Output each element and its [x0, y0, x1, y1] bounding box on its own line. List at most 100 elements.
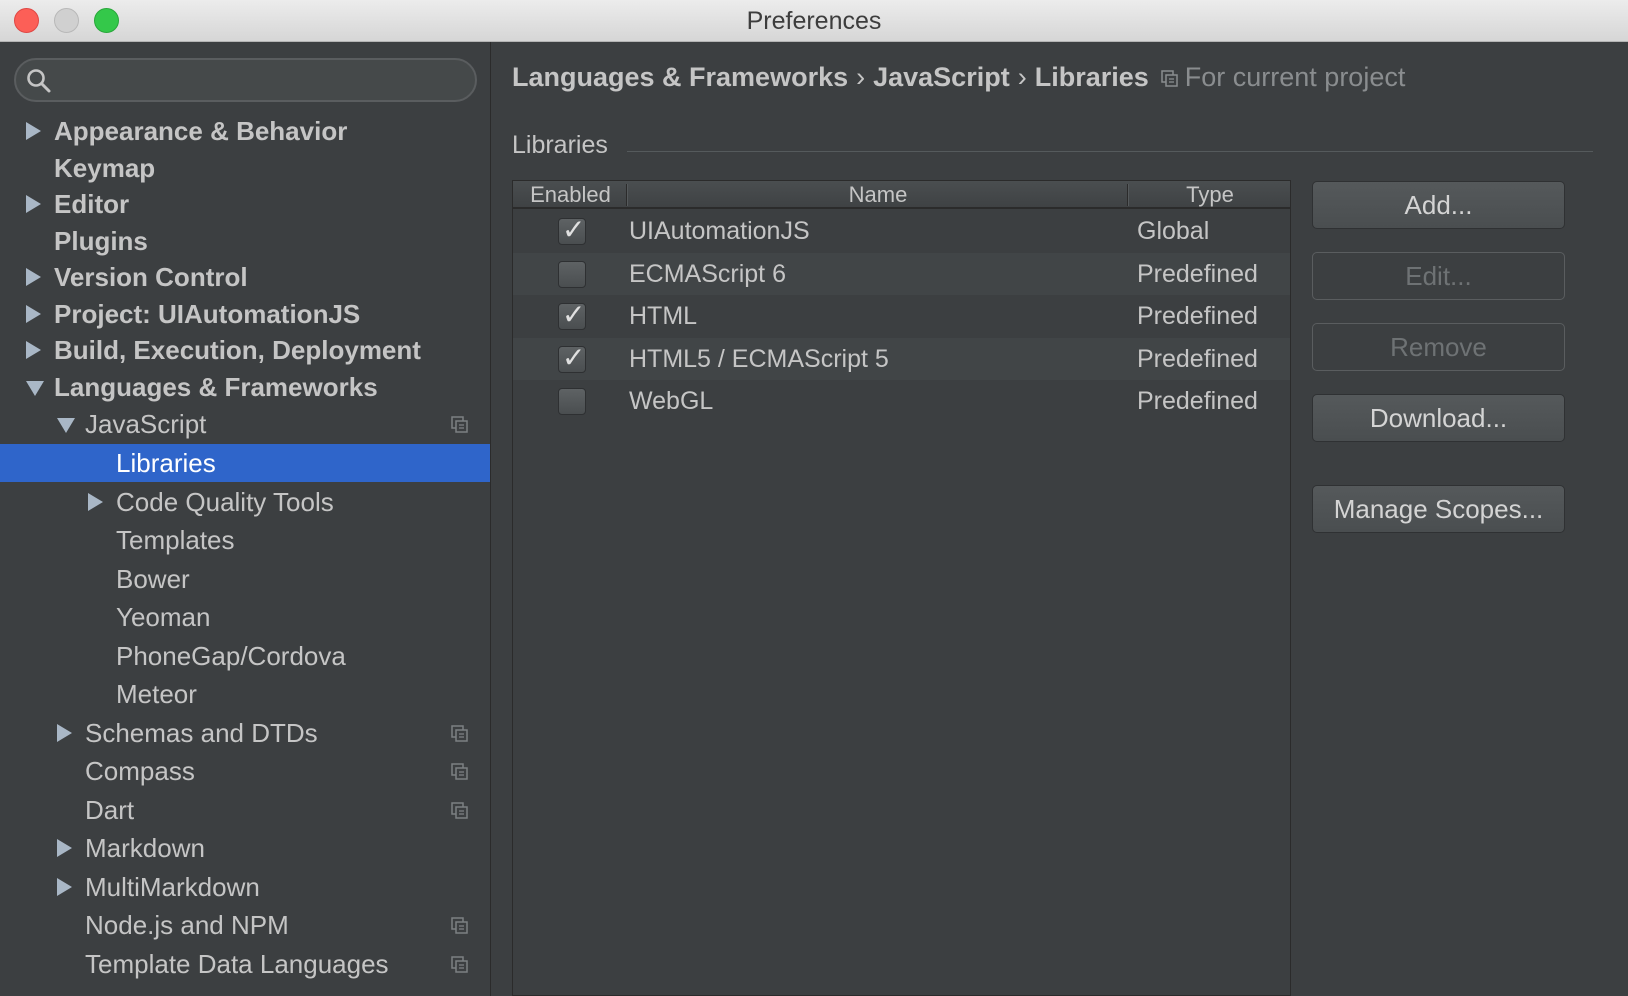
- download-button[interactable]: Download...: [1312, 394, 1565, 442]
- group-divider: [627, 151, 1593, 152]
- sidebar-item-label: Yeoman: [116, 602, 211, 632]
- enabled-checkbox[interactable]: ✓: [558, 341, 586, 374]
- table-row[interactable]: ✓ HTML Predefined: [513, 295, 1290, 337]
- sidebar-item-label: Bower: [116, 564, 190, 594]
- sidebar-item-label: Code Quality Tools: [116, 487, 334, 517]
- sidebar-item[interactable]: Version Control: [0, 258, 490, 296]
- enabled-checkbox[interactable]: [558, 388, 586, 415]
- project-level-icon: [451, 763, 468, 780]
- sidebar-item[interactable]: Plugins: [0, 222, 490, 260]
- main-panel: Languages & Frameworks › JavaScript › Librar…: [492, 42, 1628, 996]
- remove-button[interactable]: Remove: [1312, 323, 1565, 371]
- library-type: Predefined: [1137, 387, 1258, 415]
- column-header-type[interactable]: Type: [1130, 181, 1290, 209]
- breadcrumb-separator: ›: [1017, 62, 1027, 92]
- sidebar-item[interactable]: Dart: [0, 791, 490, 829]
- library-type: Predefined: [1137, 302, 1258, 330]
- sidebar-item[interactable]: Appearance & Behavior: [0, 112, 490, 150]
- expand-arrow-right-icon[interactable]: [88, 493, 103, 511]
- table-row[interactable]: ECMAScript 6 Predefined: [513, 252, 1290, 295]
- sidebar-item[interactable]: Code Quality Tools: [0, 483, 490, 521]
- sidebar-item-label: Template Data Languages: [85, 949, 389, 979]
- manage-scopes-button[interactable]: Manage Scopes...: [1312, 485, 1565, 533]
- sidebar-item[interactable]: Editor: [0, 185, 490, 223]
- search-input[interactable]: [14, 58, 477, 102]
- add-button[interactable]: Add...: [1312, 181, 1565, 229]
- expand-arrow-down-icon[interactable]: [26, 381, 44, 396]
- libraries-table[interactable]: Enabled Name Type ✓ UIAutomationJS Global E…: [512, 180, 1291, 996]
- column-header-enabled[interactable]: Enabled: [513, 181, 628, 209]
- table-row[interactable]: ✓ HTML5 / ECMAScript 5 Predefined: [513, 337, 1290, 380]
- column-divider[interactable]: [1127, 184, 1129, 206]
- sidebar-item[interactable]: Keymap: [0, 149, 490, 187]
- window-title: Preferences: [746, 7, 882, 35]
- sidebar-item[interactable]: Node.js and NPM: [0, 906, 490, 944]
- search-icon: [27, 69, 51, 93]
- sidebar-item[interactable]: Project: UIAutomationJS: [0, 295, 490, 333]
- sidebar-item-label: Appearance & Behavior: [54, 116, 348, 146]
- table-row[interactable]: ✓ UIAutomationJS Global: [513, 210, 1290, 252]
- sidebar-item[interactable]: Languages & Frameworks: [0, 368, 490, 406]
- column-header-name[interactable]: Name: [629, 181, 1127, 209]
- settings-sidebar: Appearance & Behavior Keymap Editor Plugins…: [0, 42, 491, 996]
- sidebar-item-label: JavaScript: [85, 409, 207, 439]
- sidebar-item[interactable]: Compass: [0, 752, 490, 790]
- sidebar-item-label: Schemas and DTDs: [85, 718, 318, 748]
- sidebar-item[interactable]: Markdown: [0, 829, 490, 867]
- checkmark-icon: ✓: [562, 213, 586, 246]
- column-divider[interactable]: [626, 184, 628, 206]
- expand-arrow-right-icon[interactable]: [57, 839, 72, 857]
- library-type: Predefined: [1137, 344, 1258, 373]
- sidebar-item-label: Project: UIAutomationJS: [54, 299, 361, 329]
- table-row[interactable]: WebGL Predefined: [513, 380, 1290, 422]
- sidebar-item-label: Version Control: [54, 262, 248, 292]
- expand-arrow-right-icon[interactable]: [57, 878, 72, 896]
- sidebar-item-label: Compass: [85, 756, 195, 786]
- expand-arrow-right-icon[interactable]: [26, 341, 41, 359]
- sidebar-item-label: Keymap: [54, 153, 156, 183]
- sidebar-item[interactable]: Template Data Languages: [0, 945, 490, 983]
- sidebar-item[interactable]: Libraries: [0, 444, 490, 482]
- sidebar-item[interactable]: JavaScript: [0, 405, 490, 443]
- enabled-checkbox[interactable]: ✓: [558, 298, 586, 331]
- breadcrumb-item: Libraries: [1034, 62, 1149, 92]
- sidebar-item[interactable]: Meteor: [0, 675, 490, 713]
- breadcrumb-item: Languages & Frameworks: [512, 62, 849, 92]
- expand-arrow-right-icon[interactable]: [26, 268, 41, 286]
- sidebar-item[interactable]: Yeoman: [0, 598, 490, 636]
- sidebar-item-label: PhoneGap/Cordova: [116, 641, 346, 671]
- enabled-checkbox[interactable]: [558, 260, 586, 288]
- library-type: Predefined: [1137, 259, 1258, 288]
- library-type: Global: [1137, 217, 1210, 245]
- expand-arrow-down-icon[interactable]: [57, 418, 75, 433]
- sidebar-item-label: Node.js and NPM: [85, 910, 289, 940]
- sidebar-item[interactable]: Bower: [0, 560, 490, 598]
- library-name: ECMAScript 6: [629, 259, 786, 288]
- edit-button[interactable]: Edit...: [1312, 252, 1565, 300]
- sidebar-item[interactable]: PhoneGap/Cordova: [0, 637, 490, 675]
- breadcrumb-item: JavaScript: [873, 62, 1010, 92]
- table-header: Enabled Name Type: [513, 181, 1290, 209]
- library-name: HTML5 / ECMAScript 5: [629, 344, 889, 373]
- sidebar-item-label: Editor: [54, 189, 130, 219]
- library-name: HTML: [629, 302, 698, 330]
- breadcrumb-separator: ›: [856, 62, 866, 92]
- expand-arrow-right-icon[interactable]: [26, 195, 41, 213]
- sidebar-item[interactable]: Templates: [0, 521, 490, 559]
- expand-arrow-right-icon[interactable]: [57, 724, 72, 742]
- expand-arrow-right-icon[interactable]: [26, 122, 41, 140]
- project-level-icon: [451, 725, 468, 742]
- library-name: UIAutomationJS: [629, 217, 810, 245]
- sidebar-item[interactable]: Schemas and DTDs: [0, 714, 490, 752]
- project-level-icon: [451, 956, 468, 973]
- sidebar-item-label: Languages & Frameworks: [54, 372, 378, 402]
- expand-arrow-right-icon[interactable]: [26, 305, 41, 323]
- sidebar-item[interactable]: Build, Execution, Deployment: [0, 331, 490, 369]
- breadcrumb: Languages & Frameworks › JavaScript › Librar…: [512, 62, 1405, 93]
- window-titlebar: Preferences: [0, 0, 1628, 42]
- sidebar-item-label: Plugins: [54, 226, 148, 256]
- sidebar-item[interactable]: MultiMarkdown: [0, 868, 490, 906]
- enabled-checkbox[interactable]: ✓: [558, 213, 586, 246]
- sidebar-item-label: Build, Execution, Deployment: [54, 335, 421, 365]
- sidebar-item-label: Templates: [116, 525, 235, 555]
